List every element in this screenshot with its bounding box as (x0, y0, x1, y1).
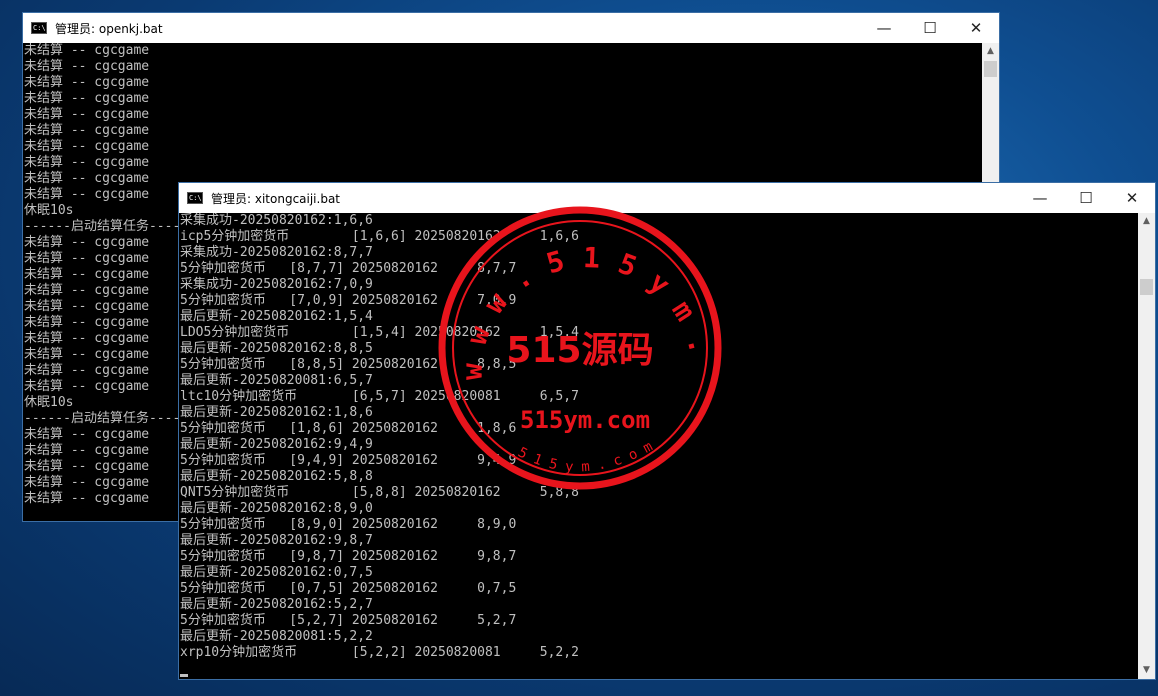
console-line: 未结算 -- cgcgame (24, 107, 150, 122)
minimize-button[interactable]: — (1017, 183, 1063, 213)
console-line: 5分钟加密货币 [0,7,5] 20250820162 0,7,5 (180, 581, 517, 596)
watermark-stamp: w w w . 5 1 5 y m . c o m 515源码 515ym.co… (437, 205, 722, 490)
cmd-icon: C:\ (31, 22, 47, 34)
scroll-thumb[interactable] (1140, 279, 1153, 295)
vertical-scrollbar[interactable]: ▲ ▼ (1138, 213, 1155, 679)
stamp-center-text: 515源码 (506, 330, 653, 371)
minimize-button[interactable]: — (861, 13, 907, 43)
console-line: 最后更新-20250820162:5,2,7 (180, 597, 373, 612)
console-line: 最后更新-20250820081:5,2,2 (180, 629, 373, 644)
text-cursor (180, 674, 188, 677)
scroll-thumb[interactable] (984, 61, 997, 77)
console-line: 5分钟加密货币 [5,2,7] 20250820162 5,2,7 (180, 613, 517, 628)
console-line: 未结算 -- cgcgame (24, 59, 150, 74)
console-line: 未结算 -- cgcgame (24, 155, 150, 170)
console-line: 最后更新-20250820162:0,7,5 (180, 565, 373, 580)
maximize-button[interactable]: ☐ (907, 13, 953, 43)
console-cursor-line[interactable] (179, 661, 1138, 677)
close-button[interactable]: ✕ (1109, 183, 1155, 213)
scroll-down-arrow-icon[interactable]: ▼ (1138, 662, 1155, 679)
console-line: xrp10分钟加密货币 [5,2,2] 20250820081 5,2,2 (180, 645, 579, 660)
stamp-bottom-text: 5 1 5 y m . c o m (515, 439, 655, 476)
console-line: 未结算 -- cgcgame (24, 75, 150, 90)
close-button[interactable]: ✕ (953, 13, 999, 43)
console-line: 最后更新-20250820162:9,8,7 (180, 533, 373, 548)
scroll-up-arrow-icon[interactable]: ▲ (982, 43, 999, 60)
console-line: 未结算 -- cgcgame (24, 91, 150, 106)
window-title: 管理员: openkj.bat (55, 21, 163, 36)
console-line: 未结算 -- cgcgame (24, 123, 150, 138)
console-line: 5分钟加密货币 [8,9,0] 20250820162 8,9,0 (180, 517, 517, 532)
title-bar[interactable]: C:\ 管理员: openkj.bat — ☐ ✕ (23, 13, 999, 43)
stamp-site-text: 515ym.com (520, 406, 650, 434)
window-title: 管理员: xitongcaiji.bat (211, 191, 341, 206)
maximize-button[interactable]: ☐ (1063, 183, 1109, 213)
console-line: 未结算 -- cgcgame (24, 139, 150, 154)
console-line: 5分钟加密货币 [9,8,7] 20250820162 9,8,7 (180, 549, 517, 564)
scroll-up-arrow-icon[interactable]: ▲ (1138, 213, 1155, 230)
console-line: 最后更新-20250820162:8,9,0 (180, 501, 373, 516)
console-line: 未结算 -- cgcgame (24, 43, 150, 58)
cmd-icon: C:\ (187, 192, 203, 204)
